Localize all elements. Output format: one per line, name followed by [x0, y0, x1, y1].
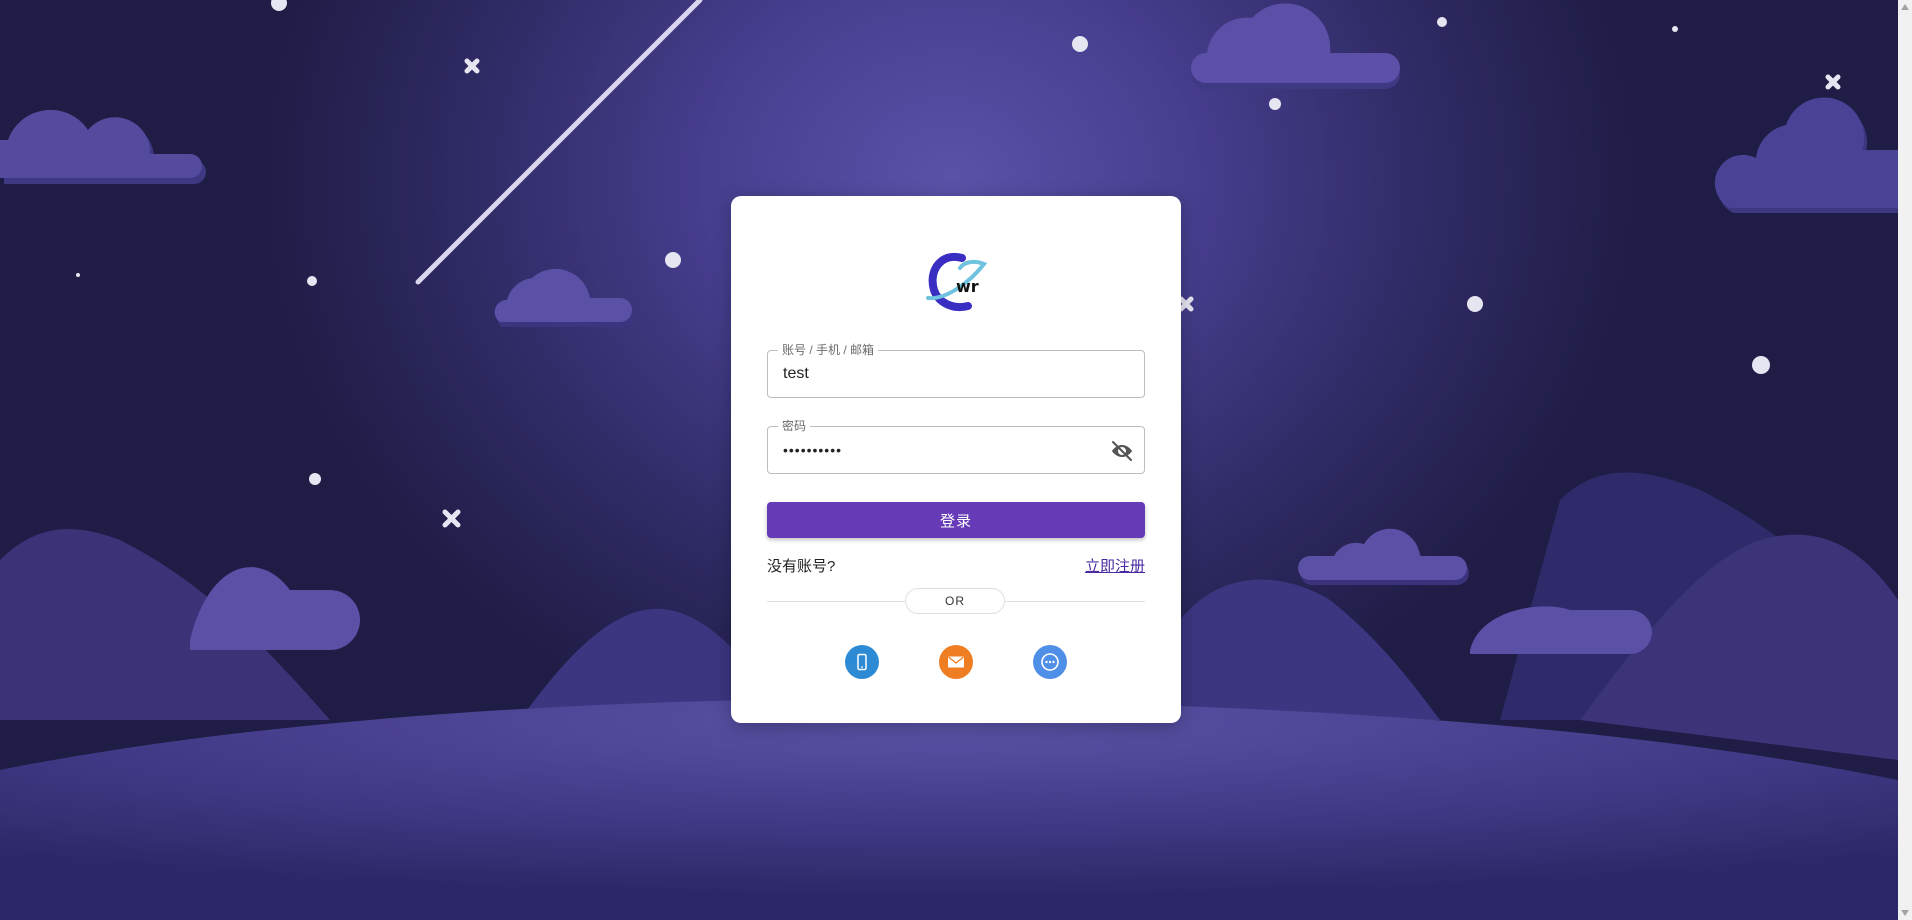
or-divider: OR [905, 588, 1005, 614]
ground-hill [0, 699, 1898, 920]
message-icon [1041, 653, 1059, 671]
eye-off-icon[interactable] [1110, 439, 1134, 463]
register-link[interactable]: 立即注册 [1085, 555, 1145, 576]
account-input[interactable] [783, 351, 1103, 397]
page-scrollbar[interactable] [1898, 0, 1912, 920]
phone-login-button[interactable] [845, 645, 879, 679]
scroll-up-arrow[interactable] [1901, 4, 1909, 10]
password-field[interactable]: 密码 [767, 419, 1145, 474]
scroll-down-arrow[interactable] [1901, 910, 1909, 916]
account-field[interactable]: 账号 / 手机 / 邮箱 [767, 343, 1145, 398]
password-input[interactable] [783, 427, 1103, 473]
no-account-text: 没有账号? [767, 558, 836, 575]
email-login-button[interactable] [939, 645, 973, 679]
message-login-button[interactable] [1033, 645, 1067, 679]
brand-logo: wr [916, 240, 996, 320]
svg-text:wr: wr [956, 277, 979, 296]
phone-icon [857, 653, 867, 671]
shooting-star [415, 0, 703, 285]
login-button[interactable]: 登录 [767, 502, 1145, 538]
email-icon [948, 656, 964, 668]
login-card: wr 账号 / 手机 / 邮箱 密码 登录 没有账号? 立即注册 OR [731, 196, 1181, 723]
